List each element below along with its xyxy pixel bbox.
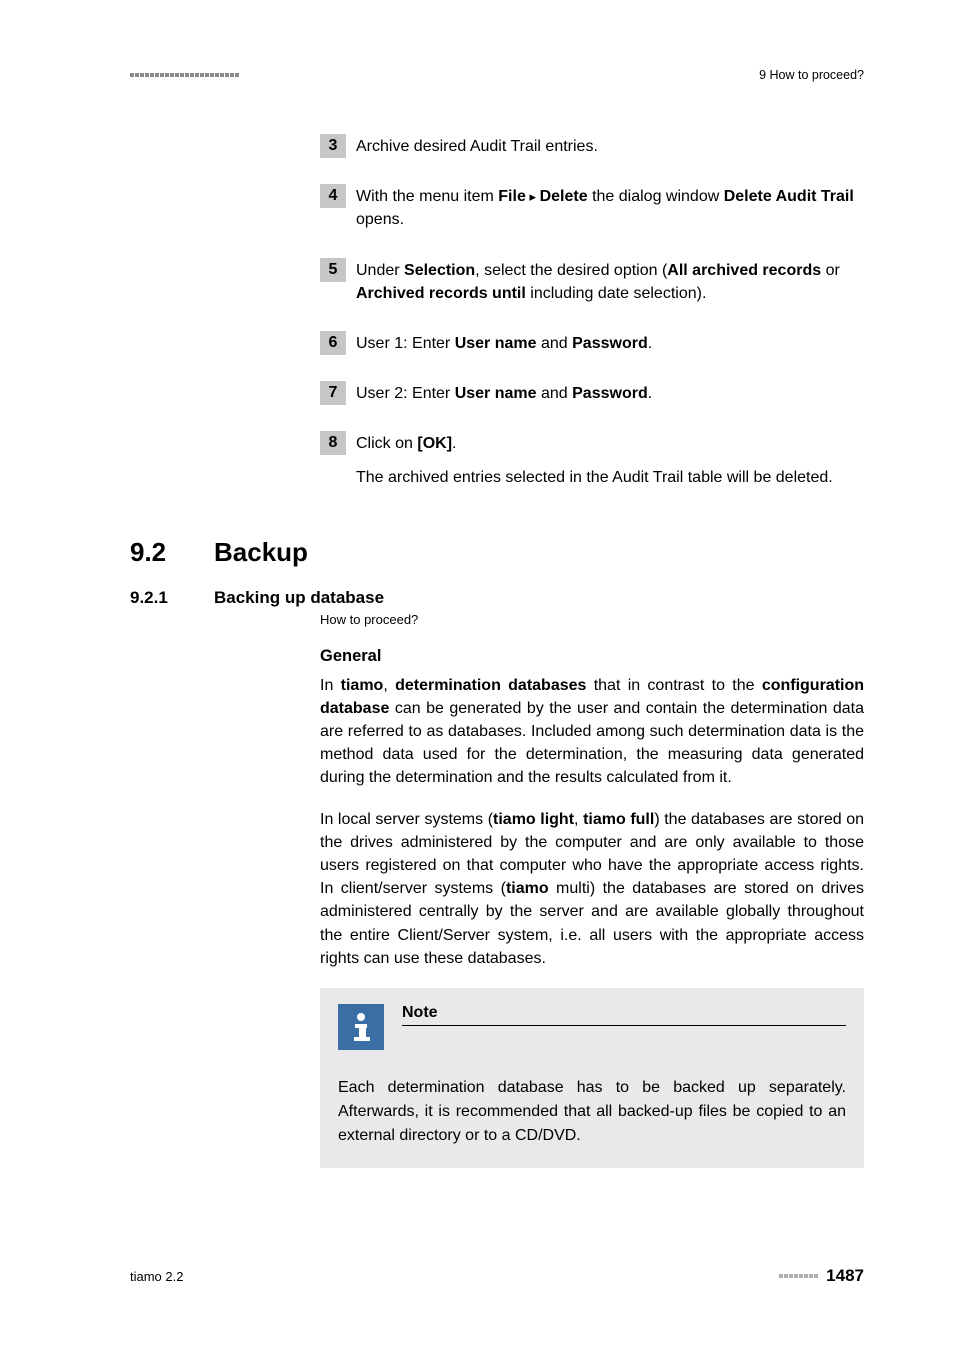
step-8-result: The archived entries selected in the Aud… [356, 466, 864, 489]
step-4: 4 With the menu item File ▸ Delete the d… [320, 184, 864, 231]
note-box: Note Each determination database has to … [320, 988, 864, 1168]
chapter-label: 9 How to proceed? [759, 68, 864, 82]
general-heading: General [320, 647, 864, 666]
section-number: 9.2 [130, 537, 214, 568]
info-icon [338, 1004, 384, 1050]
step-text: User 2: Enter User name and Password. [356, 381, 652, 405]
note-body: Each determination database has to be ba… [338, 1076, 846, 1148]
page-header: 9 How to proceed? [130, 68, 864, 82]
footer-product: tiamo 2.2 [130, 1269, 183, 1284]
step-6: 6 User 1: Enter User name and Password. [320, 331, 864, 355]
step-text: With the menu item File ▸ Delete the dia… [356, 184, 864, 231]
step-text: Click on [OK]. [356, 431, 456, 455]
step-number: 4 [320, 184, 346, 208]
page-number: 1487 [826, 1266, 864, 1286]
step-number: 8 [320, 431, 346, 455]
step-8: 8 Click on [OK]. [320, 431, 864, 455]
subsection-title: Backing up database [214, 588, 384, 608]
header-ornament-left [130, 73, 239, 77]
breadcrumb: How to proceed? [320, 612, 864, 627]
step-7: 7 User 2: Enter User name and Password. [320, 381, 864, 405]
general-paragraph-2: In local server systems (tiamo light, ti… [320, 808, 864, 970]
step-3: 3 Archive desired Audit Trail entries. [320, 134, 864, 158]
general-paragraph-1: In tiamo, determination databases that i… [320, 674, 864, 790]
step-number: 6 [320, 331, 346, 355]
step-number: 5 [320, 258, 346, 282]
step-number: 7 [320, 381, 346, 405]
step-text: Under Selection, select the desired opti… [356, 258, 864, 305]
step-text: User 1: Enter User name and Password. [356, 331, 652, 355]
page-footer: tiamo 2.2 1487 [130, 1266, 864, 1286]
step-5: 5 Under Selection, select the desired op… [320, 258, 864, 305]
step-text: Archive desired Audit Trail entries. [356, 134, 598, 158]
footer-ornament-dots [779, 1274, 818, 1278]
note-title: Note [402, 1004, 846, 1026]
subsection-heading: 9.2.1 Backing up database [130, 588, 864, 608]
section-title: Backup [214, 537, 308, 568]
subsection-number: 9.2.1 [130, 588, 214, 608]
section-heading: 9.2 Backup [130, 537, 864, 568]
step-number: 3 [320, 134, 346, 158]
